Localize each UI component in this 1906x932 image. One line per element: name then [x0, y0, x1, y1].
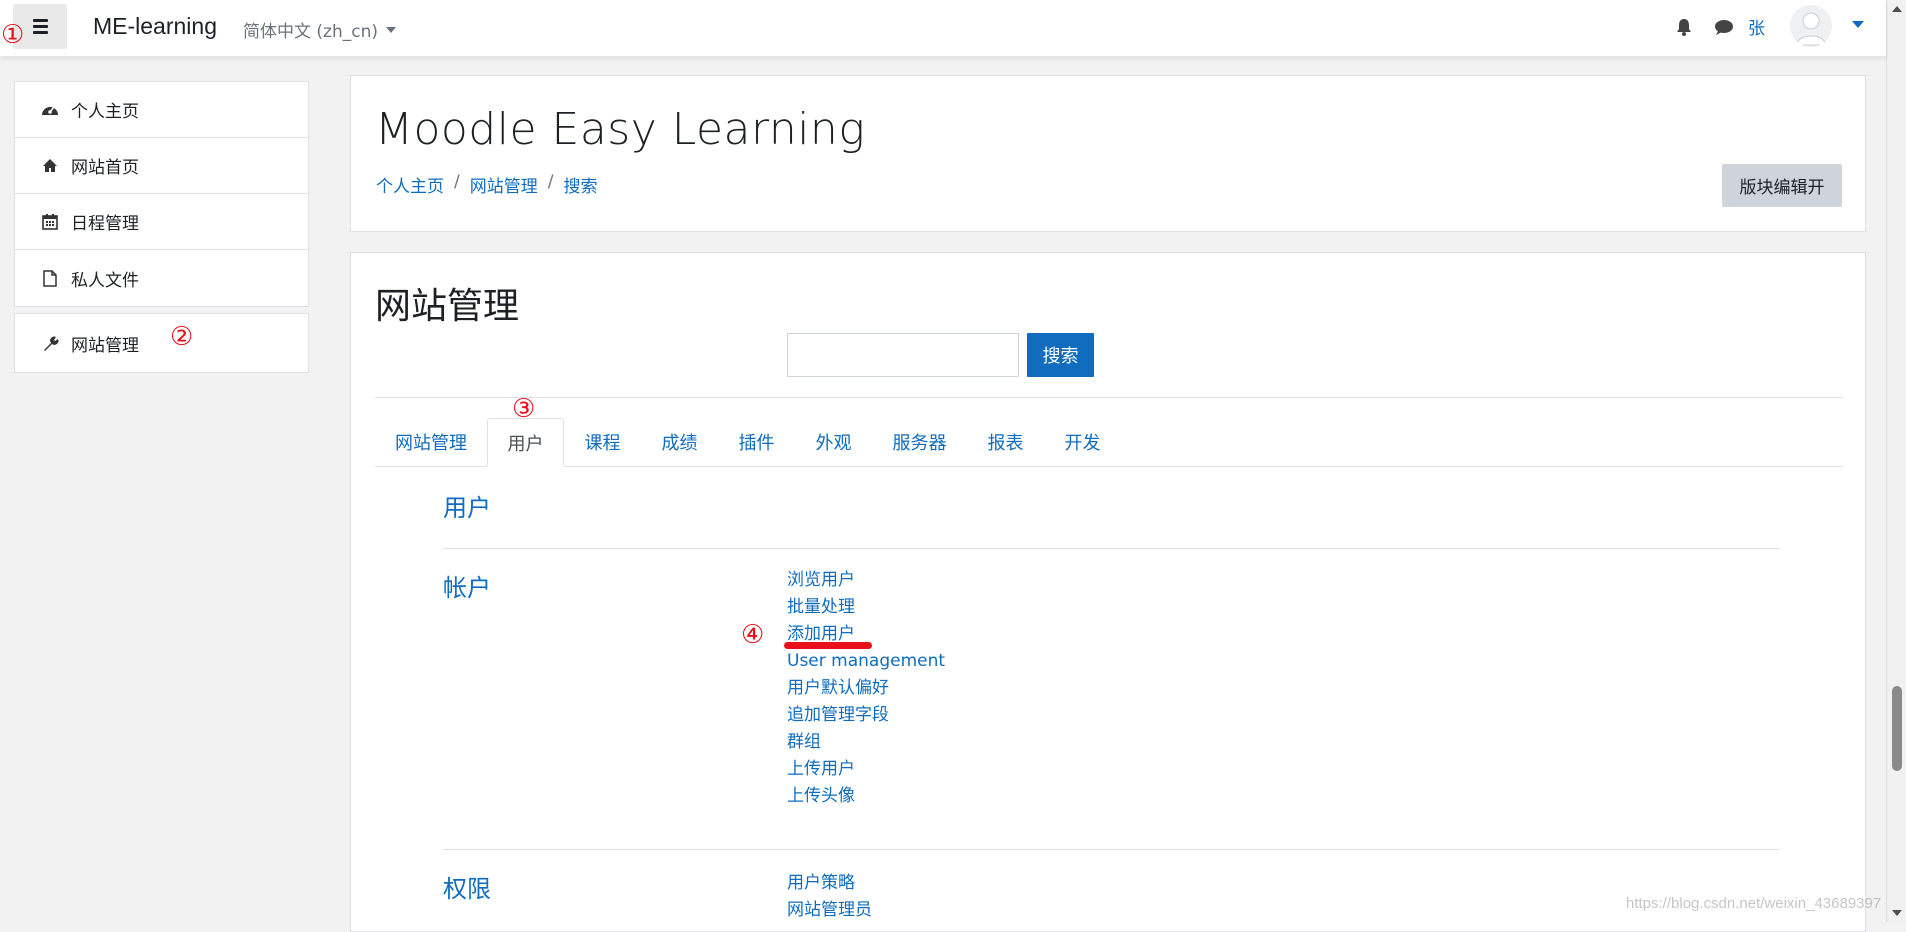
- section-title-permissions[interactable]: 权限: [443, 869, 491, 904]
- annotation-underline: [784, 642, 872, 649]
- tab-reports[interactable]: 报表: [967, 418, 1044, 466]
- link-user-policies[interactable]: 用户策略: [787, 870, 872, 897]
- scroll-up-arrow-icon[interactable]: [1892, 6, 1902, 12]
- link-upload-users[interactable]: 上传用户: [787, 756, 945, 783]
- drawer-admin-list: 网站管理: [14, 313, 309, 373]
- tab-plugins[interactable]: 插件: [718, 418, 795, 466]
- tab-server[interactable]: 服务器: [872, 418, 967, 466]
- admin-tabs: 网站管理 用户 课程 成绩 插件 外观 服务器 报表 开发: [375, 418, 1843, 467]
- link-site-administrators[interactable]: 网站管理员: [787, 897, 872, 924]
- main-content: 网站管理 搜索 网站管理 用户 课程 成绩 插件 外观 服务器 报表 开发 用户…: [350, 252, 1866, 932]
- drawer-item-dashboard[interactable]: 个人主页: [15, 82, 308, 138]
- chevron-down-icon: [386, 26, 396, 33]
- drawer-item-site-admin[interactable]: 网站管理: [15, 314, 308, 372]
- page-title: 网站管理: [375, 286, 520, 327]
- tab-courses[interactable]: 课程: [564, 418, 641, 466]
- divider: [375, 397, 1843, 398]
- drawer-item-private-files[interactable]: 私人文件: [15, 250, 308, 306]
- drawer-item-label: 个人主页: [71, 102, 139, 122]
- user-name[interactable]: 张: [1748, 14, 1765, 39]
- watermark: https://blog.csdn.net/weixin_43689397: [1626, 895, 1882, 912]
- drawer-item-label: 网站首页: [71, 158, 139, 178]
- permissions-link-list: 用户策略 网站管理员: [787, 870, 872, 924]
- annotation-marker-2: ②: [170, 322, 194, 352]
- breadcrumb-item-site-admin[interactable]: 网站管理: [470, 172, 538, 197]
- link-user-management[interactable]: User management: [787, 648, 945, 675]
- dashboard-icon: [41, 101, 59, 119]
- section-divider: [443, 548, 1780, 549]
- annotation-marker-1: ①: [1, 20, 25, 50]
- drawer-item-calendar[interactable]: 日程管理: [15, 194, 308, 250]
- tab-site-admin[interactable]: 网站管理: [375, 418, 487, 466]
- calendar-icon: [41, 213, 59, 231]
- top-navbar: ME-learning 简体中文 (zh_cn) 张: [0, 0, 1886, 57]
- breadcrumb-separator: /: [547, 172, 554, 192]
- user-menu-chevron-down-icon[interactable]: [1852, 21, 1864, 28]
- site-title: Moodle Easy Learning: [375, 104, 866, 155]
- blocks-editing-on-button[interactable]: 版块编辑开: [1722, 164, 1842, 207]
- home-icon: [41, 157, 59, 175]
- drawer-item-label: 网站管理: [71, 335, 139, 356]
- file-icon: [41, 269, 59, 287]
- chat-icon[interactable]: [1714, 19, 1734, 40]
- page-header: Moodle Easy Learning 个人主页 / 网站管理 / 搜索 版块…: [350, 75, 1866, 232]
- annotation-marker-3: ③: [512, 394, 536, 424]
- tab-users[interactable]: 用户: [487, 418, 564, 467]
- link-profile-fields[interactable]: 追加管理字段: [787, 702, 945, 729]
- search-button[interactable]: 搜索: [1027, 333, 1094, 377]
- scroll-thumb[interactable]: [1892, 686, 1902, 771]
- tab-grades[interactable]: 成绩: [641, 418, 718, 466]
- breadcrumb-item-dashboard[interactable]: 个人主页: [376, 172, 444, 197]
- drawer-item-home[interactable]: 网站首页: [15, 138, 308, 194]
- language-label: 简体中文 (zh_cn): [243, 22, 378, 42]
- site-brand[interactable]: ME-learning: [93, 13, 217, 40]
- link-upload-pictures[interactable]: 上传头像: [787, 783, 945, 810]
- tab-development[interactable]: 开发: [1044, 418, 1121, 466]
- drawer-nav-list: 个人主页 网站首页 日程管理 私人文件: [14, 81, 309, 307]
- accounts-link-list: 浏览用户 批量处理 添加用户 User management 用户默认偏好 追加…: [787, 567, 945, 810]
- scrollbar[interactable]: [1886, 0, 1906, 922]
- link-bulk-actions[interactable]: 批量处理: [787, 594, 945, 621]
- section-title-accounts[interactable]: 帐户: [443, 568, 491, 603]
- breadcrumb: 个人主页 / 网站管理 / 搜索: [376, 172, 597, 197]
- avatar[interactable]: [1790, 5, 1832, 47]
- bell-icon[interactable]: [1676, 18, 1692, 41]
- scroll-down-arrow-icon[interactable]: [1892, 910, 1902, 916]
- breadcrumb-separator: /: [454, 172, 460, 192]
- wrench-icon: [41, 334, 59, 352]
- section-title-users[interactable]: 用户: [443, 488, 491, 523]
- language-selector[interactable]: 简体中文 (zh_cn): [243, 17, 396, 42]
- link-browse-users[interactable]: 浏览用户: [787, 567, 945, 594]
- admin-search-input[interactable]: [787, 333, 1019, 377]
- drawer-item-label: 日程管理: [71, 214, 139, 234]
- link-cohorts[interactable]: 群组: [787, 729, 945, 756]
- section-divider: [443, 849, 1780, 850]
- annotation-marker-4: ④: [741, 620, 765, 650]
- hamburger-icon: [32, 19, 48, 34]
- tab-appearance[interactable]: 外观: [795, 418, 872, 466]
- breadcrumb-item-search[interactable]: 搜索: [563, 172, 597, 197]
- link-user-default-preferences[interactable]: 用户默认偏好: [787, 675, 945, 702]
- drawer-item-label: 私人文件: [71, 270, 139, 291]
